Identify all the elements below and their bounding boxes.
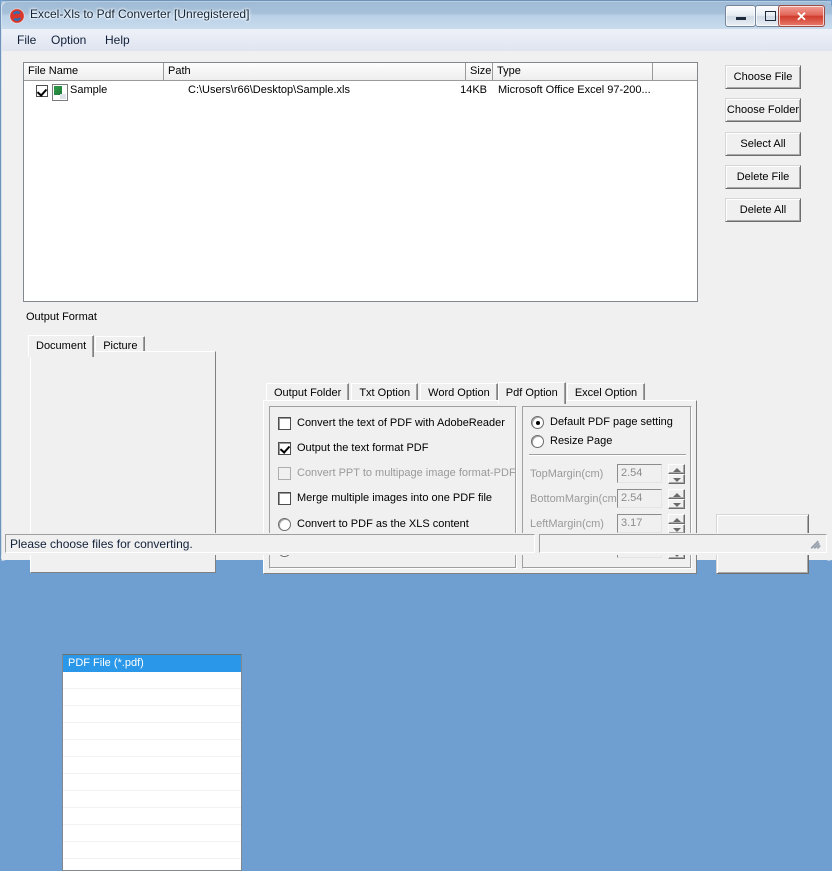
delete-all-button[interactable]: Delete All	[725, 198, 801, 222]
list-item-empty	[63, 672, 241, 689]
list-item-empty	[63, 808, 241, 825]
option-label: Resize Page	[550, 435, 613, 447]
output-format-listbox[interactable]: PDF File (*.pdf)	[62, 654, 242, 871]
file-row-size: 14KB	[460, 84, 487, 96]
top-margin-input[interactable]: 2.54	[617, 464, 662, 483]
option-label: Convert the text of PDF with AdobeReader	[297, 417, 505, 429]
status-message: Please choose files for converting.	[5, 534, 535, 553]
stepper-down-icon[interactable]	[668, 499, 685, 509]
minimize-button[interactable]	[725, 5, 756, 27]
checkbox-icon[interactable]	[278, 417, 291, 430]
column-header-size[interactable]: Size	[466, 63, 493, 80]
option-tabstrip: Output Folder Txt Option Word Option Pdf…	[266, 382, 646, 404]
option-label: Default PDF page setting	[550, 416, 673, 428]
title-bar[interactable]: Excel-Xls to Pdf Converter [Unregistered…	[2, 2, 832, 29]
menu-item-file[interactable]: File	[10, 32, 43, 49]
stepper-up-icon[interactable]	[668, 464, 685, 474]
list-item-empty	[63, 723, 241, 740]
checkbox-icon	[278, 467, 291, 480]
stepper-down-icon[interactable]	[668, 474, 685, 484]
file-row-path: C:\Users\r66\Desktop\Sample.xls	[188, 84, 350, 96]
bottom-margin-stepper[interactable]	[668, 489, 685, 509]
file-row-checkbox[interactable]	[36, 85, 48, 97]
radio-icon[interactable]	[278, 518, 291, 531]
bottom-margin-label: BottomMargin(cm)	[530, 493, 621, 505]
option-label: Merge multiple images into one PDF file	[297, 492, 493, 504]
application-window: Excel-Xls to Pdf Converter [Unregistered…	[0, 0, 832, 871]
file-row-type: Microsoft Office Excel 97-200...	[498, 84, 651, 96]
client-area: File Name Path Size Type Sample C:\Users…	[2, 51, 832, 871]
list-item[interactable]: PDF File (*.pdf)	[63, 655, 241, 672]
option-label: Convert to PDF as the XLS content	[297, 518, 469, 530]
app-swirl-icon	[9, 8, 25, 24]
column-header-extra[interactable]	[653, 63, 697, 80]
status-bar: Please choose files for converting.	[2, 533, 832, 555]
resize-grip-icon[interactable]	[810, 537, 824, 551]
choose-folder-button[interactable]: Choose Folder	[725, 98, 801, 122]
menu-item-help[interactable]: Help	[98, 32, 137, 49]
column-header-type[interactable]: Type	[493, 63, 653, 80]
file-list[interactable]: File Name Path Size Type Sample C:\Users…	[23, 62, 698, 302]
close-icon: ✕	[796, 8, 807, 24]
minimize-icon	[726, 6, 755, 26]
stepper-up-icon[interactable]	[668, 514, 685, 524]
list-item-empty	[63, 757, 241, 774]
top-margin-label: TopMargin(cm)	[530, 468, 604, 480]
checkbox-icon[interactable]	[278, 492, 291, 505]
list-item-empty	[63, 825, 241, 842]
left-margin-stepper[interactable]	[668, 514, 685, 534]
bottom-margin-input[interactable]: 2.54	[617, 489, 662, 508]
file-list-header: File Name Path Size Type	[24, 63, 697, 81]
excel-file-icon	[52, 84, 68, 101]
option-label: Convert PPT to multipage image format-PD…	[297, 467, 516, 479]
file-row-name: Sample	[70, 84, 108, 96]
table-row[interactable]: Sample C:\Users\r66\Desktop\Sample.xls 1…	[25, 82, 696, 101]
list-item-empty	[63, 842, 241, 859]
status-secondary-pane	[539, 534, 827, 553]
list-item-empty	[63, 791, 241, 808]
menu-bar: File Option Help	[2, 29, 832, 52]
list-item-empty	[63, 706, 241, 723]
tab-document[interactable]: Document	[28, 335, 95, 357]
output-format-label: Output Format	[26, 311, 97, 323]
column-header-file-name[interactable]: File Name	[24, 63, 164, 80]
radio-icon[interactable]	[531, 435, 544, 448]
left-margin-label: LeftMargin(cm)	[530, 518, 604, 530]
column-header-path[interactable]: Path	[164, 63, 466, 80]
top-margin-stepper[interactable]	[668, 464, 685, 484]
list-item-empty	[63, 774, 241, 791]
close-button[interactable]: ✕	[778, 5, 825, 27]
option-label: Output the text format PDF	[297, 442, 429, 454]
stepper-up-icon[interactable]	[668, 489, 685, 499]
group-divider	[529, 454, 686, 455]
radio-icon[interactable]	[531, 416, 544, 429]
delete-file-button[interactable]: Delete File	[725, 165, 801, 189]
select-all-button[interactable]: Select All	[725, 132, 801, 156]
checkbox-icon[interactable]	[278, 442, 291, 455]
choose-file-button[interactable]: Choose File	[725, 65, 801, 89]
tab-pdf-option[interactable]: Pdf Option	[497, 382, 566, 404]
left-margin-input[interactable]: 3.17	[617, 514, 662, 533]
window-title: Excel-Xls to Pdf Converter [Unregistered…	[30, 7, 250, 21]
list-item-empty	[63, 689, 241, 706]
list-item-empty	[63, 740, 241, 757]
menu-item-option[interactable]: Option	[44, 32, 93, 49]
